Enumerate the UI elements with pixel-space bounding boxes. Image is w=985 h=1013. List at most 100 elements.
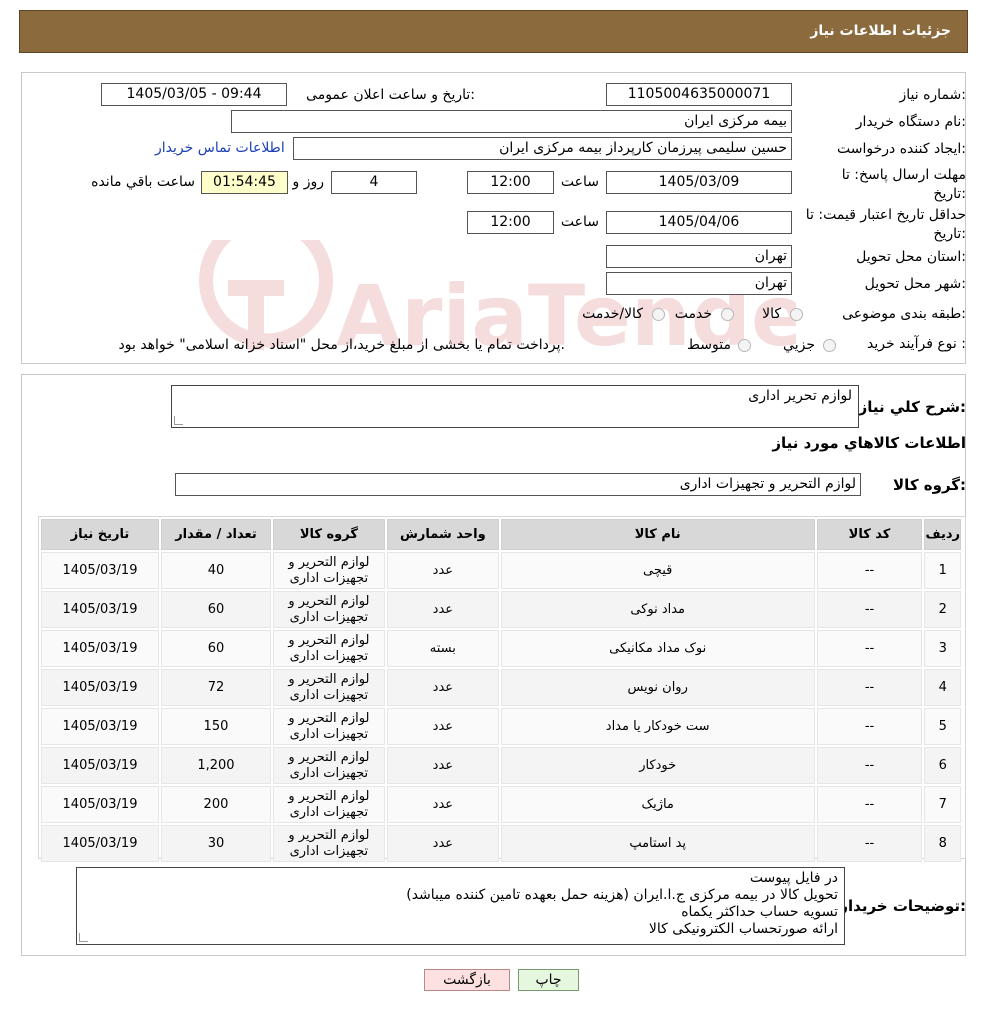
table-row: 2 -- مداد نوکی عدد لوازم التحریر و تجهیزات ا…	[41, 591, 961, 628]
category-goods-radio[interactable]	[790, 308, 803, 321]
buyer-org-label: نام دستگاه خریدار:	[855, 114, 966, 130]
cell-group: لوازم التحریر و تجهیزات اداری	[272, 669, 385, 706]
table-row: 1 -- قیچی عدد لوازم التحریر و تجهیزات اداری 4…	[41, 552, 961, 589]
city-label: شهر محل تحویل:	[864, 276, 966, 292]
validity-time-field: 12:00	[467, 211, 554, 234]
col-header-code[interactable]: کد کالا	[816, 519, 923, 550]
table-row: 5 -- ست خودکار یا مداد عدد لوازم التحریر و ت…	[41, 708, 961, 745]
process-medium-radio[interactable]	[738, 339, 751, 352]
cell-row-number: 8	[924, 825, 961, 862]
table-header-row: رديف کد کالا نام کالا واحد شمارش گروه کا…	[41, 519, 961, 550]
category-label: طبقه بندی موضوعی:	[842, 306, 966, 322]
category-goods-service-label: کالا/خدمت	[582, 306, 643, 322]
remaining-time-field: 01:54:45	[201, 171, 288, 194]
cell-row-number: 4	[924, 669, 961, 706]
announce-datetime-field: 1405/03/05 - 09:44	[101, 83, 287, 106]
page-header: جزئیات اطلاعات نیاز	[19, 10, 968, 53]
deadline-date-field: 1405/03/09	[606, 171, 792, 194]
col-header-name[interactable]: نام کالا	[500, 519, 815, 550]
cell-row-number: 2	[924, 591, 961, 628]
cell-group: لوازم التحریر و تجهیزات اداری	[272, 747, 385, 784]
resize-handle-icon[interactable]	[79, 933, 88, 942]
cell-need-date: 1405/03/19	[41, 552, 159, 589]
table-row: 8 -- پد استامپ عدد لوازم التحریر و تجهیزات ا…	[41, 825, 961, 862]
category-goods-service-radio[interactable]	[652, 308, 665, 321]
cell-quantity: 200	[161, 786, 271, 823]
items-table: رديف کد کالا نام کالا واحد شمارش گروه کا…	[39, 517, 963, 864]
cell-quantity: 72	[161, 669, 271, 706]
cell-quantity: 60	[161, 630, 271, 667]
cell-group: لوازم التحریر و تجهیزات اداری	[272, 552, 385, 589]
cell-unit: عدد	[386, 552, 499, 589]
process-minor-radio[interactable]	[823, 339, 836, 352]
cell-name: نوک مداد مکانیکی	[500, 630, 815, 667]
cell-group: لوازم التحریر و تجهیزات اداری	[272, 786, 385, 823]
goods-info-title: اطلاعات کالاهاي مورد نياز	[772, 434, 966, 452]
deadline-label: مهلت ارسال پاسخ: تا تاریخ:	[841, 167, 966, 202]
cell-row-number: 1	[924, 552, 961, 589]
process-payment-note: پرداخت تمام یا بخشی از مبلغ خرید،از محل …	[118, 337, 565, 353]
process-medium-label: متوسط	[687, 337, 731, 353]
cell-name: مداد نوکی	[500, 591, 815, 628]
buyer-org-field: بیمه مرکزی ایران	[231, 110, 792, 133]
cell-group: لوازم التحریر و تجهیزات اداری	[272, 591, 385, 628]
process-type-label: نوع فرآیند خرید :	[867, 336, 966, 352]
days-label: روز و	[292, 174, 325, 190]
cell-row-number: 6	[924, 747, 961, 784]
cell-unit: عدد	[386, 747, 499, 784]
buyer-note-line: در فایل پیوست	[749, 870, 838, 886]
buyer-note-line: تسویه حساب حداکثر یکماه	[681, 904, 838, 920]
cell-code: --	[816, 825, 923, 862]
validity-label: حداقل تاریخ اعتبار قیمت: تا تاریخ:	[805, 207, 966, 242]
cell-code: --	[816, 552, 923, 589]
page-title: جزئیات اطلاعات نیاز	[810, 23, 951, 39]
cell-unit: عدد	[386, 825, 499, 862]
col-header-unit[interactable]: واحد شمارش	[386, 519, 499, 550]
cell-code: --	[816, 747, 923, 784]
cell-need-date: 1405/03/19	[41, 825, 159, 862]
requester-label: ایجاد کننده درخواست:	[837, 141, 966, 157]
resize-handle-icon[interactable]	[174, 416, 183, 425]
cell-group: لوازم التحریر و تجهیزات اداری	[272, 708, 385, 745]
col-header-need-date[interactable]: تاریخ نیاز	[41, 519, 159, 550]
cell-code: --	[816, 708, 923, 745]
cell-name: پد استامپ	[500, 825, 815, 862]
province-field: تهران	[606, 245, 792, 268]
deadline-time-label: ساعت	[560, 174, 599, 190]
cell-unit: عدد	[386, 708, 499, 745]
col-header-row-number[interactable]: رديف	[924, 519, 961, 550]
category-service-radio[interactable]	[721, 308, 734, 321]
cell-need-date: 1405/03/19	[41, 708, 159, 745]
deadline-time-field: 12:00	[467, 171, 554, 194]
validity-date-field: 1405/04/06	[606, 211, 792, 234]
cell-code: --	[816, 669, 923, 706]
need-number-field: 1105004635000071	[606, 83, 792, 106]
cell-name: روان نویس	[500, 669, 815, 706]
announce-datetime-label: تاریخ و ساعت اعلان عمومی:	[306, 87, 475, 103]
city-field: تهران	[606, 272, 792, 295]
cell-unit: عدد	[386, 786, 499, 823]
col-header-group[interactable]: گروه کالا	[272, 519, 385, 550]
buyer-notes-field: در فایل پیوست تحویل کالا در بیمه مرکزی ج…	[76, 867, 845, 945]
cell-row-number: 7	[924, 786, 961, 823]
validity-time-label: ساعت	[560, 214, 599, 230]
cell-unit: عدد	[386, 669, 499, 706]
print-button[interactable]: چاپ	[518, 969, 579, 991]
description-field: لوازم تحریر اداری	[171, 385, 859, 428]
description-text: لوازم تحریر اداری	[748, 388, 852, 404]
cell-unit: بسته	[386, 630, 499, 667]
back-button[interactable]: بازگشت	[424, 969, 510, 991]
cell-code: --	[816, 786, 923, 823]
items-table-frame: رديف کد کالا نام کالا واحد شمارش گروه کا…	[38, 516, 966, 862]
cell-row-number: 3	[924, 630, 961, 667]
category-service-label: خدمت	[674, 306, 712, 322]
buyer-contact-link[interactable]: اطلاعات تماس خریدار	[155, 140, 285, 156]
buyer-notes-label: توضیحات خریدار:	[839, 897, 966, 915]
goods-group-field: لوازم التحریر و تجهیزات اداری	[175, 473, 861, 496]
cell-name: قیچی	[500, 552, 815, 589]
col-header-quantity[interactable]: تعداد / مقدار	[161, 519, 271, 550]
buyer-note-line: تحویل کالا در بیمه مرکزی ج.ا.ایران (هزین…	[406, 887, 838, 903]
cell-need-date: 1405/03/19	[41, 747, 159, 784]
cell-name: ست خودکار یا مداد	[500, 708, 815, 745]
cell-quantity: 40	[161, 552, 271, 589]
